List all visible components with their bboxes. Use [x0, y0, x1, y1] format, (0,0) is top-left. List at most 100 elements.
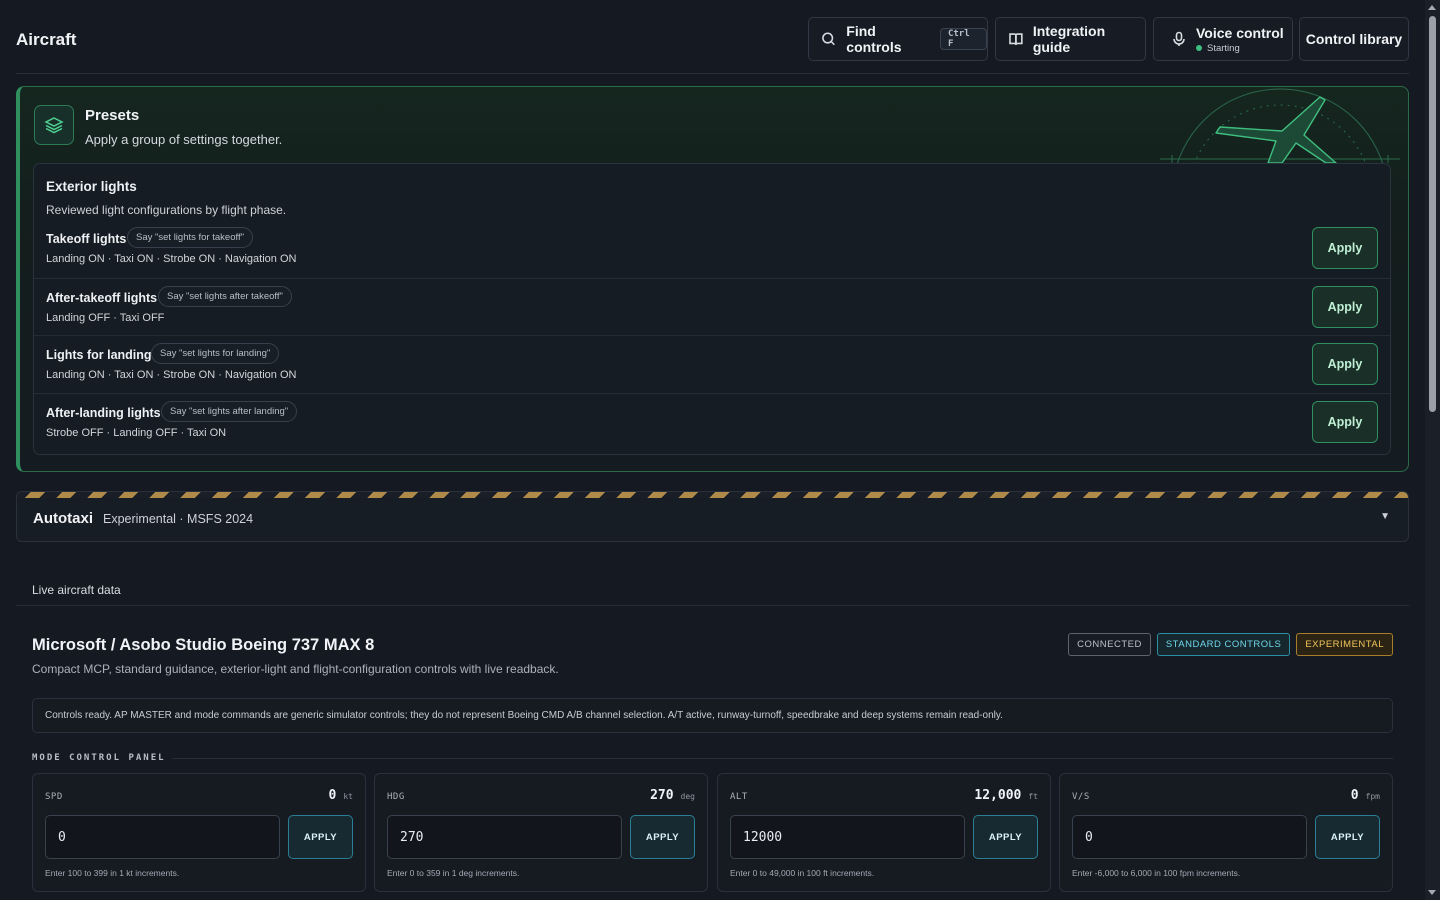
autotaxi-title: Autotaxi — [33, 510, 93, 527]
vs-apply-button[interactable]: APPLY — [1315, 815, 1380, 859]
mcp-section-label: MODE CONTROL PANEL — [32, 753, 166, 763]
divider — [16, 605, 1409, 606]
vs-input[interactable] — [1072, 815, 1307, 859]
integration-guide-label: Integration guide — [1032, 23, 1106, 55]
apply-after-takeoff-lights-button[interactable]: Apply — [1312, 286, 1378, 328]
standard-controls-badge: STANDARD CONTROLS — [1156, 633, 1291, 656]
voice-control-label: Voice control — [1196, 24, 1284, 41]
scroll-up-arrow-icon[interactable] — [1428, 5, 1436, 10]
voice-status: Starting — [1196, 43, 1284, 54]
status-badges: CONNECTED STANDARD CONTROLS EXPERIMENTAL — [1068, 633, 1393, 656]
apply-after-landing-lights-button[interactable]: Apply — [1312, 401, 1378, 443]
mcp-field-label: HDG — [387, 792, 405, 802]
voice-status-text: Starting — [1207, 42, 1240, 54]
mcp-readback-value: 0 — [1350, 788, 1359, 803]
presets-title: Presets — [85, 107, 140, 124]
status-dot — [1196, 45, 1202, 51]
spd-input[interactable] — [45, 815, 280, 859]
control-library-button[interactable]: Control library — [1299, 17, 1409, 61]
preset-description: Strobe OFF · Landing OFF · Taxi ON — [46, 427, 227, 439]
preset-description: Landing ON · Taxi ON · Strobe ON · Navig… — [46, 369, 297, 381]
voice-phrase-chip: Say "set lights for landing" — [151, 343, 280, 364]
mcp-field-label: ALT — [730, 792, 748, 802]
exterior-lights-title: Exterior lights — [46, 179, 137, 194]
mcp-readback-unit: ft — [1028, 792, 1038, 801]
preset-row-landing: Lights for landing Say "set lights for l… — [34, 335, 1390, 393]
preset-row-takeoff: Takeoff lights Say "set lights for takeo… — [34, 220, 1390, 278]
aircraft-title: Microsoft / Asobo Studio Boeing 737 MAX … — [32, 636, 375, 654]
presets-panel: Presets Apply a group of settings togeth… — [16, 86, 1409, 472]
preset-row-after-takeoff: After-takeoff lights Say "set lights aft… — [34, 278, 1390, 336]
preset-row-after-landing: After-landing lights Say "set lights aft… — [34, 393, 1390, 451]
mcp-readback-unit: kt — [343, 792, 353, 801]
experimental-hazard-stripe — [17, 492, 1408, 498]
mcp-readback: 0 kt — [329, 788, 353, 803]
find-controls-button[interactable]: Find controls Ctrl F — [808, 17, 988, 61]
mcp-readback: 12,000 ft — [974, 788, 1038, 803]
preset-name: After-takeoff lights — [46, 291, 158, 305]
find-controls-label: Find controls — [846, 23, 902, 55]
mcp-readback-value: 270 — [650, 788, 674, 803]
mcp-field-help: Enter 100 to 399 in 1 kt increments. — [45, 868, 180, 878]
autotaxi-meta: Experimental · MSFS 2024 — [103, 512, 254, 526]
chevron-down-icon: ▼ — [1380, 511, 1390, 522]
preset-description: Landing OFF · Taxi OFF — [46, 312, 165, 324]
control-library-label: Control library — [1305, 31, 1403, 47]
app-root: Aircraft Find controls Ctrl F Integratio… — [0, 0, 1425, 900]
microphone-icon — [1173, 31, 1185, 46]
voice-control-button[interactable]: Voice control Starting — [1153, 17, 1293, 61]
shortcut-badge: Ctrl F — [939, 28, 987, 50]
exterior-lights-group: Exterior lights Reviewed light configura… — [33, 163, 1391, 455]
book-icon — [1009, 33, 1023, 46]
experimental-badge: EXPERIMENTAL — [1296, 633, 1393, 656]
autotaxi-section-toggle[interactable]: Autotaxi Experimental · MSFS 2024 ▼ — [16, 491, 1409, 542]
voice-phrase-chip: Say "set lights for takeoff" — [127, 227, 253, 248]
layers-icon — [44, 117, 64, 134]
mcp-field-help: Enter -6,000 to 6,000 in 100 fpm increme… — [1072, 868, 1241, 878]
mcp-field-label: V/S — [1072, 792, 1090, 802]
mcp-readback: 0 fpm — [1351, 788, 1380, 803]
voice-phrase-chip: Say "set lights after landing" — [161, 401, 298, 422]
preset-name: Lights for landing — [46, 348, 152, 362]
controls-notice: Controls ready. AP MASTER and mode comma… — [32, 698, 1393, 733]
mcp-readback-unit: deg — [680, 792, 695, 801]
alt-apply-button[interactable]: APPLY — [973, 815, 1038, 859]
page-scrollbar[interactable] — [1425, 0, 1440, 900]
mcp-card-hdg: HDG 270 deg APPLY Enter 0 to 359 in 1 de… — [374, 773, 708, 892]
apply-takeoff-lights-button[interactable]: Apply — [1312, 227, 1378, 269]
mcp-field-help: Enter 0 to 359 in 1 deg increments. — [387, 868, 520, 878]
preset-name: Takeoff lights — [46, 232, 127, 246]
aircraft-subtitle: Compact MCP, standard guidance, exterior… — [32, 662, 559, 676]
presets-subtitle: Apply a group of settings together. — [85, 132, 283, 147]
hdg-apply-button[interactable]: APPLY — [630, 815, 695, 859]
mcp-card-vs: V/S 0 fpm APPLY Enter -6,000 to 6,000 in… — [1059, 773, 1393, 892]
tab-live-aircraft-data[interactable]: Live aircraft data — [32, 583, 121, 597]
airplane-watermark-icon — [1160, 88, 1400, 163]
scrollbar-thumb[interactable] — [1429, 16, 1436, 412]
mcp-card-alt: ALT 12,000 ft APPLY Enter 0 to 49,000 in… — [717, 773, 1051, 892]
mcp-readback-value: 12,000 — [974, 788, 1022, 803]
divider — [172, 758, 1393, 759]
integration-guide-button[interactable]: Integration guide — [995, 17, 1146, 61]
apply-landing-lights-button[interactable]: Apply — [1312, 343, 1378, 385]
mcp-readback-unit: fpm — [1365, 792, 1380, 801]
mcp-field-help: Enter 0 to 49,000 in 100 ft increments. — [730, 868, 875, 878]
mcp-readback-value: 0 — [328, 788, 337, 803]
search-icon — [822, 32, 835, 46]
hdg-input[interactable] — [387, 815, 622, 859]
scroll-down-arrow-icon[interactable] — [1428, 890, 1436, 895]
spd-apply-button[interactable]: APPLY — [288, 815, 353, 859]
voice-control-text: Voice control Starting — [1196, 25, 1284, 54]
connected-badge: CONNECTED — [1068, 633, 1151, 656]
voice-phrase-chip: Say "set lights after takeoff" — [158, 286, 292, 307]
page-header: Aircraft Find controls Ctrl F Integratio… — [16, 16, 1409, 74]
mcp-readback: 270 deg — [650, 788, 695, 803]
presets-icon-box — [34, 105, 74, 145]
preset-description: Landing ON · Taxi ON · Strobe ON · Navig… — [46, 253, 297, 265]
exterior-lights-subtitle: Reviewed light configurations by flight … — [46, 203, 287, 217]
mcp-card-spd: SPD 0 kt APPLY Enter 100 to 399 in 1 kt … — [32, 773, 366, 892]
alt-input[interactable] — [730, 815, 965, 859]
mcp-field-label: SPD — [45, 792, 63, 802]
preset-name: After-landing lights — [46, 406, 161, 420]
page-title: Aircraft — [16, 30, 77, 49]
